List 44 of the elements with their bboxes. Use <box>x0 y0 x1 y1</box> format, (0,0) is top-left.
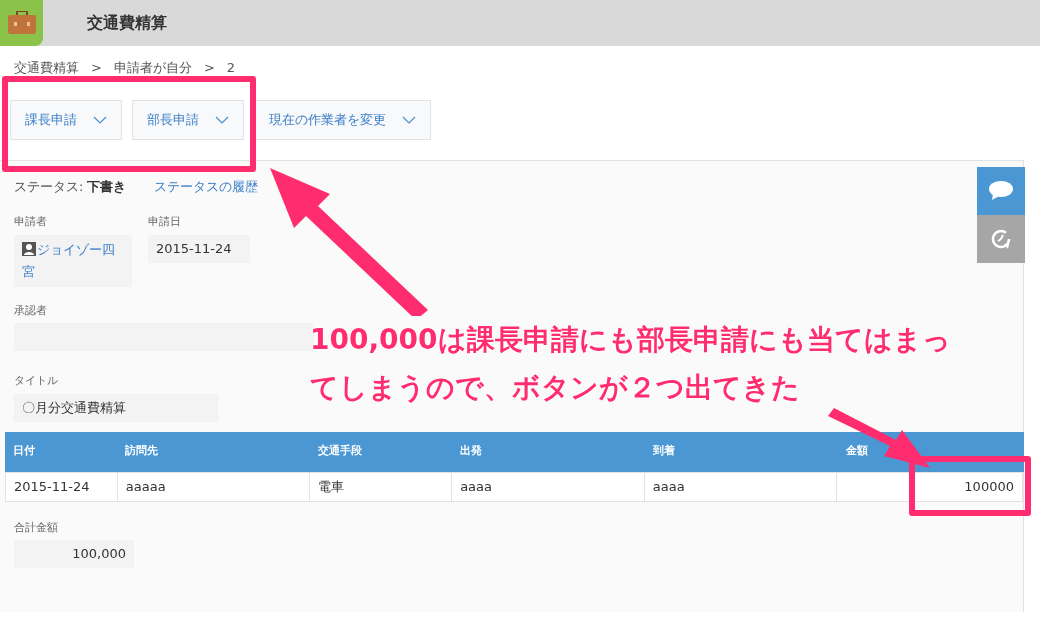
column-header: 到着 <box>653 443 675 460</box>
column-header: 出発 <box>460 443 482 460</box>
date-field: 2015-11-24 <box>148 234 250 263</box>
total-field: 100,000 <box>14 540 134 568</box>
status-history-link[interactable]: ステータスの履歴 <box>154 176 259 196</box>
action-dropdown-button[interactable]: 現在の作業者を変更 <box>254 99 431 140</box>
chevron-down-icon <box>402 115 416 124</box>
column-header: 日付 <box>13 443 35 460</box>
field-label: タイトル <box>14 373 58 389</box>
chevron-down-icon <box>93 115 107 124</box>
column-header: 交通手段 <box>318 443 362 460</box>
speech-bubble-icon <box>989 181 1013 201</box>
history-button[interactable] <box>977 215 1025 263</box>
column-header: 金額 <box>846 443 868 460</box>
field-label: 承認者 <box>14 302 47 319</box>
action-dropdown-button[interactable]: 課長申請 <box>10 99 122 140</box>
chevron-down-icon <box>215 115 229 124</box>
table-cell: aaaa <box>644 472 838 501</box>
breadcrumb-item: > <box>203 59 215 77</box>
field-label: 合計金額 <box>14 519 58 536</box>
breadcrumb-item[interactable]: 交通費精算 <box>14 58 79 78</box>
applicant-link[interactable]: ジョイゾー四宮 <box>22 238 124 283</box>
table-cell: 100000 <box>837 472 1023 501</box>
table-cell: 2015-11-24 <box>6 472 118 501</box>
column-header: 訪問先 <box>125 443 158 460</box>
status-value: 下書き <box>87 177 127 196</box>
action-dropdown-button[interactable]: 部長申請 <box>132 99 244 140</box>
annotation-text: 100,000は課長申請にも部長申請にも当てはまっ <box>310 322 951 358</box>
breadcrumb-item[interactable]: 申請者が自分 <box>113 58 192 78</box>
table-cell: aaaaa <box>117 472 311 501</box>
table-cell: aaaa <box>452 472 645 501</box>
comment-button[interactable] <box>977 167 1025 215</box>
breadcrumb-item: > <box>91 59 102 77</box>
field-label: 申請日 <box>148 214 182 230</box>
clock-refresh-icon <box>989 227 1013 251</box>
title-field: 〇月分交通費精算 <box>14 393 218 422</box>
user-icon <box>22 241 36 256</box>
annotation-text: てしまうので、ボタンが２つ出てきた <box>310 370 801 406</box>
field-label: 申請者 <box>14 214 48 230</box>
table-cell: 電車 <box>310 472 453 501</box>
status-label: ステータス: <box>14 177 84 196</box>
briefcase-icon <box>6 11 37 35</box>
app-title: 交通費精算 <box>87 12 167 34</box>
breadcrumb-item[interactable]: 2 <box>226 58 236 78</box>
